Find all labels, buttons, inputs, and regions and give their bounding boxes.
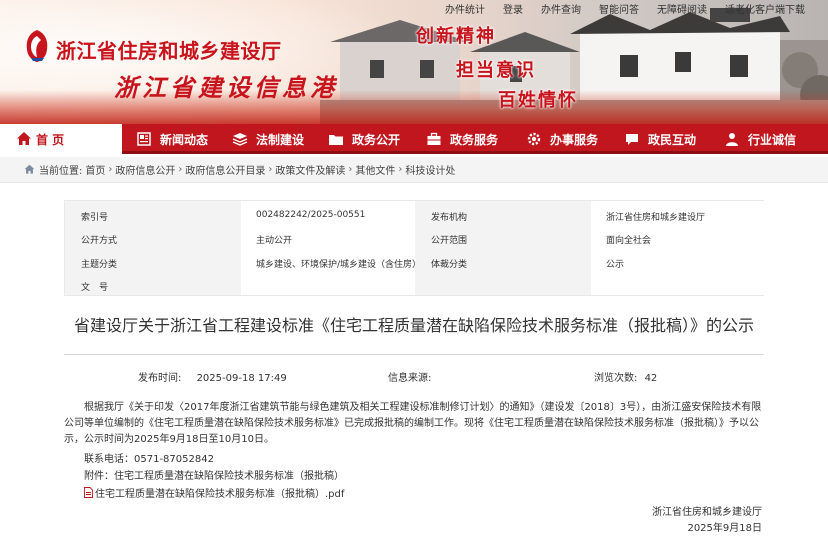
site-title: 浙江省住房和城乡建设厅 [56, 39, 282, 63]
meta-value-genre: 公示 [606, 260, 625, 270]
slogan-responsibility: 担当意识 [456, 60, 536, 81]
breadcrumb: 当前位置: 首页 › 政府信息公开 › 政府信息公开目录 › 政策文件及解读 ›… [0, 157, 828, 183]
nav-item-home[interactable]: 首 页 [0, 124, 122, 154]
nav-item-legal[interactable]: 法制建设 [232, 124, 316, 154]
nav-item-gov-open[interactable]: 政务公开 [328, 124, 416, 154]
meta-key-publisher: 发布机构 [431, 213, 468, 223]
view-count: 浏览次数: 42 [594, 369, 657, 384]
document-meta-table: 索引号 002482242/2025-00551 发布机构 浙江省住房和城乡建设… [64, 200, 765, 296]
attachment-filename[interactable]: 住宅工程质量潜在缺陷保险技术服务标准（报批稿）.pdf [95, 485, 344, 500]
layers-icon [232, 133, 248, 146]
slogan-people: 百姓情怀 [498, 90, 578, 111]
top-link-query[interactable]: 办件查询 [532, 1, 590, 16]
breadcrumb-separator: › [348, 164, 353, 175]
meta-value-publisher: 浙江省住房和城乡建设厅 [606, 213, 706, 223]
top-link-accessibility[interactable]: 无障碍阅读 [648, 1, 716, 16]
breadcrumb-item-dept[interactable]: 科技设计处 [405, 162, 455, 177]
nav-item-label: 首 页 [36, 132, 65, 147]
meta-value-topic: 城乡建设、环境保护/城乡建设（含住房） [256, 260, 422, 270]
breadcrumb-separator: › [268, 164, 273, 175]
site-logo-icon[interactable] [22, 28, 52, 64]
top-link-qa[interactable]: 智能问答 [590, 1, 648, 16]
breadcrumb-item-policy[interactable]: 政策文件及解读 [275, 162, 345, 177]
site-subtitle: 浙江省建设信息港 [114, 73, 338, 102]
nav-item-label: 办事服务 [550, 132, 599, 147]
publish-time: 发布时间: 2025-09-18 17:49 [138, 369, 287, 384]
main-nav: 首 页 新闻动态 法制建设 政务公开 政务服务 办事服务 政民互动 行业诚信 [0, 124, 828, 154]
meta-key-scope: 公开范围 [431, 236, 468, 246]
top-link-login[interactable]: 登录 [494, 1, 532, 16]
nav-item-label: 政务公开 [352, 132, 401, 147]
view-count-label: 浏览次数: [594, 373, 638, 384]
breadcrumb-item-other[interactable]: 其他文件 [355, 162, 395, 177]
breadcrumb-separator: › [178, 164, 183, 175]
title-divider [64, 354, 764, 355]
nav-item-affairs[interactable]: 办事服务 [526, 124, 614, 154]
top-link-elderly-app[interactable]: 适老化客户端下载 [716, 1, 814, 16]
meta-key-topic: 主题分类 [81, 260, 118, 270]
nav-item-news[interactable]: 新闻动态 [136, 124, 220, 154]
home-small-icon [24, 164, 35, 174]
nav-item-label: 政务服务 [450, 132, 499, 147]
nav-item-label: 新闻动态 [160, 132, 209, 147]
site-banner: 办件统计 登录 办件查询 智能问答 无障碍阅读 适老化客户端下载 浙江省住房和城… [0, 0, 828, 124]
meta-key-index: 索引号 [81, 213, 109, 223]
meta-value-index: 002482242/2025-00551 [256, 210, 366, 220]
breadcrumb-item-catalog[interactable]: 政府信息公开目录 [185, 162, 265, 177]
article-title: 省建设厅关于浙江省工程建设标准《住宅工程质量潜在缺陷保险技术服务标准（报批稿）》… [73, 316, 754, 335]
signature-org: 浙江省住房和城乡建设厅 [652, 507, 762, 518]
person-icon [726, 133, 738, 146]
meta-key-genre: 体裁分类 [431, 260, 468, 270]
folder-icon [329, 135, 343, 145]
nav-item-label: 政民互动 [648, 132, 697, 147]
nav-item-interaction[interactable]: 政民互动 [624, 124, 714, 154]
publish-time-label: 发布时间: [138, 373, 182, 384]
top-links-bar: 办件统计 登录 办件查询 智能问答 无障碍阅读 适老化客户端下载 [445, 1, 814, 16]
article-paragraph: 根据我厅《关于印发〈2017年度浙江省建筑节能与绿色建筑及相关工程建设标准制修订… [64, 402, 762, 445]
breadcrumb-item-home[interactable]: 首页 [85, 162, 105, 177]
meta-value-method: 主动公开 [256, 236, 293, 246]
chat-icon [626, 134, 638, 145]
breadcrumb-item-info-open[interactable]: 政府信息公开 [115, 162, 175, 177]
nav-item-gov-service[interactable]: 政务服务 [426, 124, 516, 154]
attachment-label: 附件：住宅工程质量潜在缺陷保险技术服务标准（报批稿） [84, 471, 344, 482]
meta-key-method: 公开方式 [81, 236, 118, 246]
home-icon [17, 132, 31, 145]
newspaper-icon [137, 132, 151, 146]
info-source-label: 信息来源: [388, 373, 432, 384]
attachment-link[interactable]: 住宅工程质量潜在缺陷保险技术服务标准（报批稿）.pdf [84, 485, 344, 500]
gear-icon [527, 132, 541, 146]
meta-key-docno: 文 号 [81, 283, 109, 293]
pdf-file-icon [84, 487, 93, 498]
contact-phone: 联系电话：0571-87052842 [84, 454, 214, 465]
meta-value-scope: 面向全社会 [606, 236, 652, 246]
signature-date: 2025年9月18日 [687, 523, 762, 534]
view-count-value: 42 [644, 373, 658, 384]
breadcrumb-separator: › [398, 164, 403, 175]
top-link-stats[interactable]: 办件统计 [445, 1, 494, 16]
nav-item-label: 行业诚信 [748, 132, 797, 147]
nav-item-credit[interactable]: 行业诚信 [724, 124, 814, 154]
publish-time-value: 2025-09-18 17:49 [196, 373, 287, 384]
info-source: 信息来源: [388, 369, 431, 384]
slogan-innovation: 创新精神 [416, 26, 496, 47]
nav-item-label: 法制建设 [256, 132, 305, 147]
breadcrumb-separator: › [108, 164, 113, 175]
breadcrumb-prefix: 当前位置: [39, 166, 83, 177]
briefcase-icon [427, 132, 441, 145]
